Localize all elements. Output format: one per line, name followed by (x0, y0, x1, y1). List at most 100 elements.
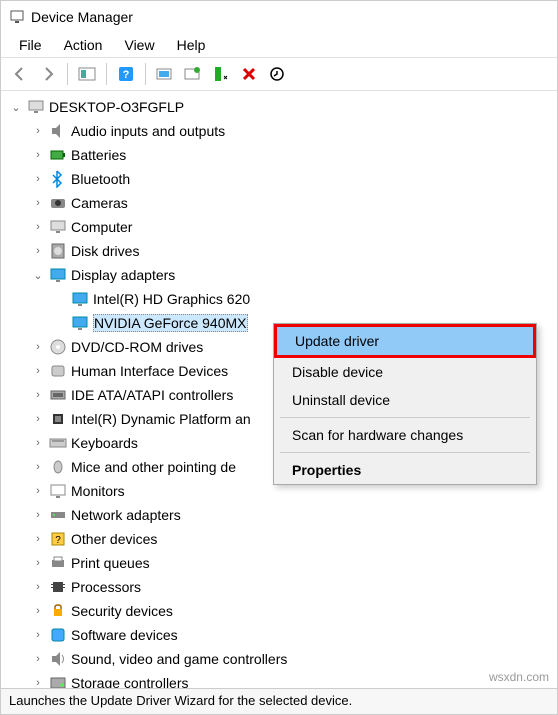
tree-node[interactable]: › Computer (31, 215, 557, 239)
expander-icon[interactable]: ⌄ (9, 100, 23, 114)
tree-node[interactable]: › Security devices (31, 599, 557, 623)
expander-icon[interactable]: ⌄ (31, 268, 45, 282)
tree-node[interactable]: ›Storage controllers (31, 671, 557, 689)
expander-icon[interactable]: › (31, 220, 45, 234)
update-driver-button[interactable] (180, 61, 206, 87)
statusbar: Launches the Update Driver Wizard for th… (1, 688, 557, 714)
tree-node[interactable]: ›Cameras (31, 191, 557, 215)
scan-hardware-button[interactable] (152, 61, 178, 87)
disable-button[interactable] (236, 61, 262, 87)
expander-icon[interactable]: › (31, 148, 45, 162)
tree-node[interactable]: ⌄ Display adapters (31, 263, 557, 287)
node-label: Display adapters (71, 267, 175, 283)
tree-node[interactable]: ›Disk drives (31, 239, 557, 263)
menu-help[interactable]: Help (167, 35, 216, 55)
disk-icon (49, 242, 67, 260)
show-hidden-button[interactable] (74, 61, 100, 87)
tree-root-node[interactable]: ⌄ DESKTOP-O3FGFLP (9, 95, 557, 119)
expander-icon[interactable]: › (31, 172, 45, 186)
node-label: Intel(R) Dynamic Platform an (71, 411, 251, 427)
expander-icon[interactable]: › (31, 484, 45, 498)
ctx-scan-hardware[interactable]: Scan for hardware changes (274, 421, 536, 449)
ide-icon (49, 386, 67, 404)
node-label: Computer (71, 219, 132, 235)
node-label: Monitors (71, 483, 125, 499)
expander-icon[interactable]: › (31, 244, 45, 258)
tree-node[interactable]: › Sound, video and game controllers (31, 647, 557, 671)
node-label: Mice and other pointing de (71, 459, 236, 475)
printer-icon (49, 554, 67, 572)
menu-action[interactable]: Action (54, 35, 113, 55)
expander-icon[interactable]: › (31, 556, 45, 570)
monitor-icon (49, 482, 67, 500)
chip-icon (49, 410, 67, 428)
node-label: Human Interface Devices (71, 363, 228, 379)
expander-icon[interactable]: › (31, 628, 45, 642)
tree-node[interactable]: ›Processors (31, 575, 557, 599)
computer-icon (49, 218, 67, 236)
watermark: wsxdn.com (489, 670, 549, 684)
expander-icon[interactable]: › (31, 196, 45, 210)
tree-node[interactable]: ›Print queues (31, 551, 557, 575)
ctx-uninstall-device[interactable]: Uninstall device (274, 386, 536, 414)
computer-icon (27, 98, 45, 116)
node-label: Storage controllers (71, 675, 189, 689)
expander-icon[interactable]: › (31, 580, 45, 594)
tree-leaf[interactable]: Intel(R) HD Graphics 620 (53, 287, 557, 311)
software-icon (49, 626, 67, 644)
tree-node[interactable]: ›Network adapters (31, 503, 557, 527)
leaf-label: NVIDIA GeForce 940MX (93, 314, 248, 332)
expander-icon[interactable]: › (31, 388, 45, 402)
context-menu: Update driver Disable device Uninstall d… (273, 323, 537, 485)
expander-icon[interactable]: › (31, 364, 45, 378)
back-button[interactable] (7, 61, 33, 87)
separator (106, 63, 107, 85)
tree-node[interactable]: › Software devices (31, 623, 557, 647)
expander-icon[interactable]: › (31, 412, 45, 426)
node-label: Software devices (71, 627, 178, 643)
expander-icon[interactable]: › (31, 652, 45, 666)
ctx-properties[interactable]: Properties (274, 456, 536, 484)
expander-icon[interactable]: › (31, 532, 45, 546)
root-label: DESKTOP-O3FGFLP (49, 99, 184, 115)
help-button[interactable]: ? (113, 61, 139, 87)
context-menu-highlight: Update driver (274, 324, 536, 358)
expander-icon[interactable]: › (31, 340, 45, 354)
hid-icon (49, 362, 67, 380)
expander-icon[interactable]: › (31, 460, 45, 474)
tree-node[interactable]: ›?Other devices (31, 527, 557, 551)
titlebar: Device Manager (1, 1, 557, 33)
node-label: Batteries (71, 147, 126, 163)
speaker-icon (49, 122, 67, 140)
expander-icon[interactable]: › (31, 124, 45, 138)
network-icon (49, 506, 67, 524)
node-label: IDE ATA/ATAPI controllers (71, 387, 233, 403)
cpu-icon (49, 578, 67, 596)
ctx-update-driver[interactable]: Update driver (277, 327, 533, 355)
menu-file[interactable]: File (9, 35, 52, 55)
uninstall-button[interactable] (208, 61, 234, 87)
forward-button[interactable] (35, 61, 61, 87)
display-icon (71, 290, 89, 308)
tree-node[interactable]: › Bluetooth (31, 167, 557, 191)
tree-node[interactable]: › Batteries (31, 143, 557, 167)
expander-icon[interactable]: › (31, 436, 45, 450)
expander-icon[interactable]: › (31, 508, 45, 522)
device-manager-icon (9, 9, 25, 25)
node-label: Sound, video and game controllers (71, 651, 287, 667)
separator (67, 63, 68, 85)
node-label: Security devices (71, 603, 173, 619)
menu-view[interactable]: View (114, 35, 164, 55)
mouse-icon (49, 458, 67, 476)
node-label: DVD/CD-ROM drives (71, 339, 203, 355)
leaf-label: Intel(R) HD Graphics 620 (93, 291, 250, 307)
node-label: Keyboards (71, 435, 138, 451)
tree-node[interactable]: ›Audio inputs and outputs (31, 119, 557, 143)
storage-icon (49, 674, 67, 689)
toolbar: ? (1, 57, 557, 91)
node-label: Bluetooth (71, 171, 130, 187)
expander-icon[interactable]: › (31, 604, 45, 618)
ctx-disable-device[interactable]: Disable device (274, 358, 536, 386)
separator (145, 63, 146, 85)
enable-button[interactable] (264, 61, 290, 87)
